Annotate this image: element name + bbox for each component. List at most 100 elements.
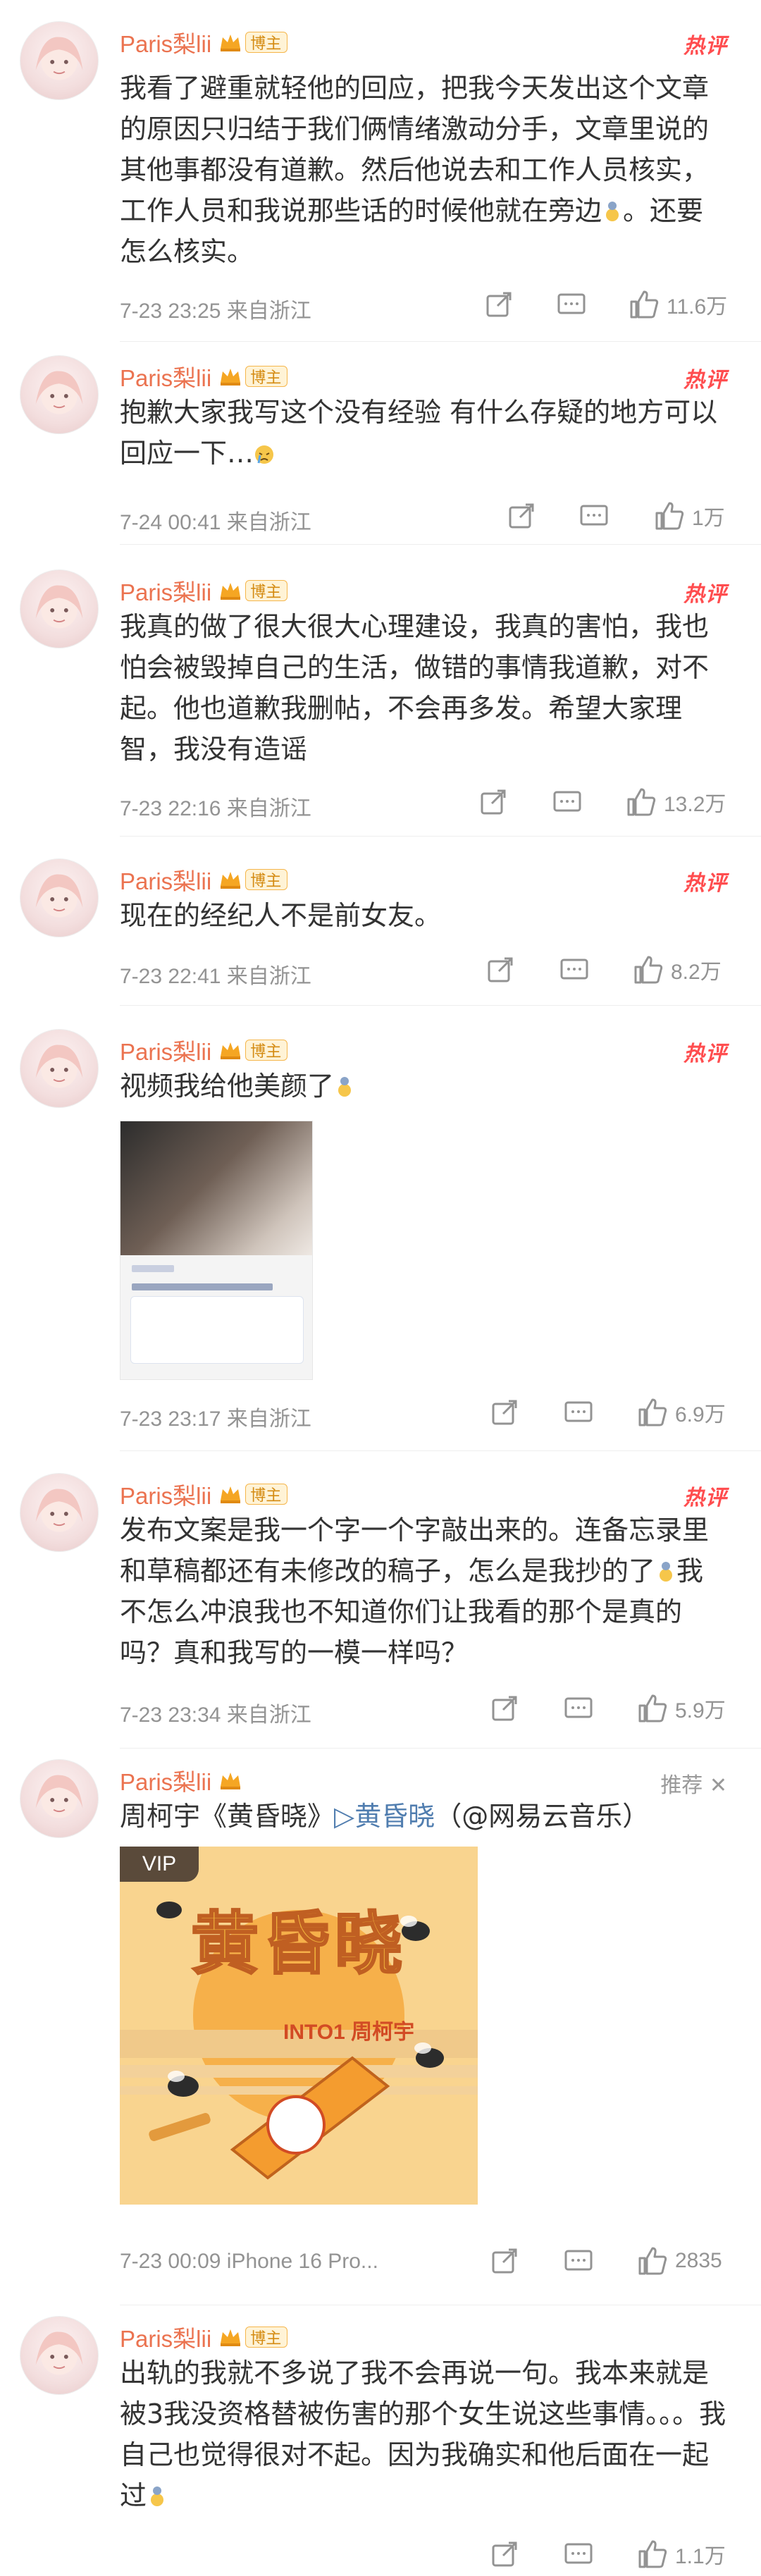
recommend-tag[interactable]: 推荐 ✕ bbox=[660, 1768, 727, 1799]
hot-comment-tag: 热评 bbox=[683, 582, 727, 607]
crown-icon bbox=[221, 583, 241, 600]
like-button[interactable]: 1.1万 bbox=[637, 2539, 726, 2570]
like-button[interactable]: 11.6万 bbox=[629, 289, 727, 320]
avatar[interactable] bbox=[20, 858, 99, 937]
share-icon bbox=[492, 1696, 517, 1721]
thumbs-up-icon bbox=[655, 502, 684, 530]
reply-button[interactable] bbox=[552, 788, 582, 816]
username[interactable]: Paris梨lii bbox=[120, 25, 211, 59]
avatar[interactable] bbox=[20, 2316, 99, 2395]
like-button[interactable]: 2835 bbox=[637, 2245, 722, 2276]
comment-text: 我真的做了很大很大心理建设，我真的害怕，我也怕会被毁掉自己的生活，做错的事情我道… bbox=[120, 611, 710, 765]
blogger-badge: 博主 bbox=[245, 1484, 288, 1505]
crown-icon bbox=[221, 1042, 241, 1059]
reply-button[interactable] bbox=[564, 1398, 593, 1426]
reply-button[interactable] bbox=[564, 2540, 593, 2568]
comment-card: Paris梨lii 博主 热评 抱歉大家我写这个没有经验 有什么存疑的地方可以回… bbox=[0, 355, 761, 546]
reply-button[interactable] bbox=[559, 956, 589, 984]
like-button[interactable]: 8.2万 bbox=[633, 954, 722, 985]
comment-icon bbox=[557, 293, 586, 314]
reply-button[interactable] bbox=[564, 1694, 593, 1723]
music-link[interactable]: ▷黄昏晓 bbox=[334, 1801, 435, 1832]
like-count: 11.6万 bbox=[667, 295, 728, 319]
reply-button[interactable] bbox=[564, 2247, 593, 2275]
thumbs-up-icon bbox=[630, 290, 659, 319]
crown-icon bbox=[221, 369, 241, 386]
share-button[interactable] bbox=[490, 1694, 519, 1723]
like-count: 1万 bbox=[692, 507, 725, 530]
comment-icon bbox=[580, 505, 608, 526]
image-line bbox=[132, 1265, 174, 1272]
comment-icon bbox=[564, 1697, 593, 1718]
divider bbox=[120, 1748, 761, 1749]
source-text: （@网易云音乐） bbox=[435, 1801, 650, 1832]
blogger-badge: 博主 bbox=[245, 869, 288, 890]
reply-button[interactable] bbox=[579, 502, 609, 530]
blogger-badge: 博主 bbox=[245, 2327, 288, 2348]
avatar[interactable] bbox=[20, 569, 99, 648]
share-button[interactable] bbox=[485, 290, 513, 319]
username[interactable]: Paris梨lii bbox=[120, 1033, 211, 1067]
username[interactable]: Paris梨lii bbox=[120, 574, 211, 608]
music-link-label: 黄昏晓 bbox=[354, 1801, 435, 1832]
comment-text-main: 发布文案是我一个字一个字敲出来的。连备忘录里和草稿都还有未修改的稿子，怎么是我抄… bbox=[120, 1515, 710, 1586]
hot-comment-tag: 热评 bbox=[683, 1042, 727, 1066]
comment-card: Paris梨lii 博主 热评 我看了避重就轻他的回应，把我今天发出这个文章的原… bbox=[0, 21, 761, 342]
recommended-card: Paris梨lii 推荐 ✕ 周柯宇《黄昏晓》▷黄昏晓（@网易云音乐） VIP … bbox=[0, 1759, 761, 2323]
song-text: 周柯宇《黄昏晓》 bbox=[120, 1801, 335, 1832]
crown-icon bbox=[221, 1773, 241, 1789]
hot-comment-tag: 热评 bbox=[683, 871, 727, 896]
comment-card: Paris梨lii 博主 热评 视频我给他美颜了 7-23 23:17 来自浙江… bbox=[0, 1029, 761, 1452]
comment-text: 周柯宇《黄昏晓》▷黄昏晓（@网易云音乐） bbox=[120, 1796, 727, 1837]
crying-emoji-icon bbox=[255, 445, 274, 464]
comment-card: Paris梨lii 博主 出轨的我就不多说了我不会再说一句。我本来就是被3我没资… bbox=[0, 2316, 761, 2576]
like-count: 2835 bbox=[675, 2249, 722, 2272]
hot-comment-tag: 热评 bbox=[683, 368, 727, 393]
reply-button[interactable] bbox=[557, 290, 586, 319]
image-card bbox=[130, 1296, 304, 1364]
like-button[interactable]: 1万 bbox=[654, 500, 725, 531]
comment-icon bbox=[560, 959, 588, 980]
avatar[interactable] bbox=[20, 1473, 99, 1552]
music-cover[interactable]: VIP 黄昏晓 INTO1 周柯宇 bbox=[120, 1847, 478, 2205]
divider bbox=[120, 1450, 761, 1451]
like-count: 13.2万 bbox=[664, 793, 726, 816]
comment-text: 视频我给他美颜了 bbox=[120, 1066, 727, 1107]
avatar[interactable] bbox=[20, 1759, 99, 1838]
emoji-icon bbox=[606, 202, 619, 221]
username[interactable]: Paris梨lii bbox=[120, 863, 211, 896]
recommend-label: 推荐 bbox=[660, 1773, 703, 1798]
comment-time: 7-23 22:41 来自浙江 bbox=[120, 965, 311, 988]
like-button[interactable]: 13.2万 bbox=[626, 787, 726, 818]
share-button[interactable] bbox=[490, 2247, 519, 2275]
comment-text: 抱歉大家我写这个没有经验 有什么存疑的地方可以回应一下… bbox=[120, 392, 727, 474]
username[interactable]: Paris梨lii bbox=[120, 1477, 211, 1511]
share-button[interactable] bbox=[507, 502, 536, 530]
comment-time: 7-24 00:41 来自浙江 bbox=[120, 511, 311, 534]
share-button[interactable] bbox=[490, 2540, 519, 2568]
like-count: 1.1万 bbox=[675, 2545, 726, 2568]
username[interactable]: Paris梨lii bbox=[120, 1763, 211, 1797]
like-button[interactable]: 6.9万 bbox=[637, 1397, 726, 1428]
comment-image[interactable] bbox=[120, 1121, 313, 1380]
comment-text: 出轨的我就不多说了我不会再说一句。我本来就是被3我没资格替被伤害的那个女生说这些… bbox=[120, 2353, 727, 2516]
username[interactable]: Paris梨lii bbox=[120, 2320, 211, 2354]
avatar[interactable] bbox=[20, 355, 99, 434]
share-button[interactable] bbox=[490, 1398, 519, 1426]
avatar[interactable] bbox=[20, 21, 99, 100]
comment-time: 7-23 23:25 来自浙江 bbox=[120, 300, 311, 323]
username[interactable]: Paris梨lii bbox=[120, 359, 211, 393]
comment-card: Paris梨lii 博主 热评 现在的经纪人不是前女友。 7-23 22:41 … bbox=[0, 858, 761, 1006]
blogger-badge: 博主 bbox=[245, 1040, 288, 1061]
like-button[interactable]: 5.9万 bbox=[637, 1693, 726, 1724]
share-button[interactable] bbox=[486, 956, 514, 984]
share-icon bbox=[486, 292, 512, 317]
like-count: 5.9万 bbox=[675, 1699, 726, 1723]
close-icon[interactable]: ✕ bbox=[710, 1773, 727, 1798]
emoji-icon bbox=[338, 1077, 352, 1097]
crown-icon bbox=[221, 872, 241, 889]
avatar[interactable] bbox=[20, 1029, 99, 1108]
crown-icon bbox=[221, 1486, 241, 1503]
share-button[interactable] bbox=[479, 788, 507, 816]
image-line bbox=[132, 1283, 273, 1290]
